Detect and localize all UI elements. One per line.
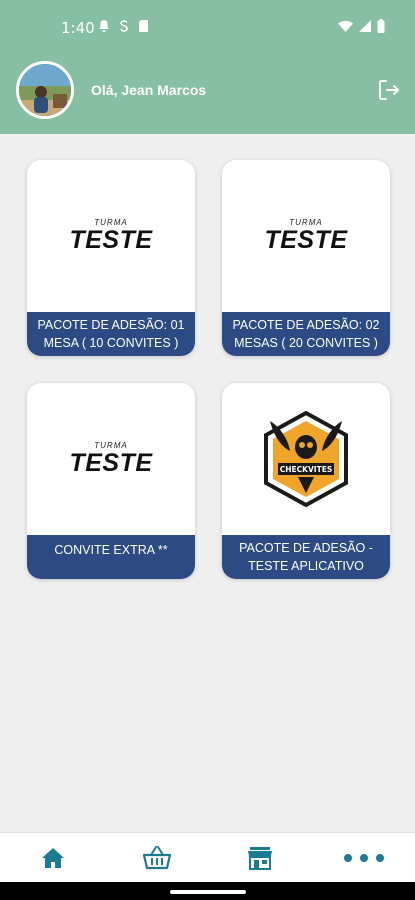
logo-title: TESTE (69, 226, 153, 254)
package-image: TURMA TESTE (222, 160, 390, 312)
package-image: TURMA TESTE (27, 383, 195, 535)
package-card-2[interactable]: TURMA TESTE PACOTE DE ADESÃO: 02 MESAS (… (222, 160, 390, 356)
home-gesture-handle[interactable] (170, 890, 246, 894)
sd-card-icon (139, 20, 148, 32)
greeting-text: Olá, Jean Marcos (91, 82, 207, 98)
avatar[interactable] (16, 61, 74, 119)
logout-icon (379, 80, 399, 100)
home-icon (42, 848, 64, 868)
package-card-1[interactable]: TURMA TESTE PACOTE DE ADESÃO: 01 MESA ( … (27, 160, 195, 356)
package-image: CHECKVITES (222, 383, 390, 535)
package-label: PACOTE DE ADESÃO: 01 MESA ( 10 CONVITES … (27, 312, 195, 356)
checkvites-bee-logo: CHECKVITES (264, 411, 348, 507)
avatar-photo-icon (19, 64, 71, 116)
nav-store[interactable] (245, 845, 275, 871)
system-icons (338, 19, 385, 33)
nav-home[interactable] (38, 845, 68, 871)
basket-icon (143, 846, 171, 870)
app-header: 1:40 Olá, Jean Marcos (0, 0, 415, 134)
bell-icon (99, 20, 109, 32)
package-label: CONVITE EXTRA ** (27, 535, 195, 579)
bottom-navigation (0, 832, 415, 882)
status-bar: 1:40 (0, 0, 415, 56)
more-icon (344, 854, 384, 862)
package-image: TURMA TESTE (27, 160, 195, 312)
store-icon (248, 847, 272, 870)
turma-teste-logo: TURMA TESTE (258, 218, 354, 254)
logo-title: TESTE (264, 226, 348, 254)
logo-text: CHECKVITES (280, 465, 332, 474)
signal-icon (359, 20, 371, 32)
turma-teste-logo: TURMA TESTE (63, 218, 159, 254)
nav-more[interactable] (342, 845, 386, 871)
nav-basket[interactable] (142, 845, 172, 871)
logout-button[interactable] (376, 77, 402, 103)
turma-teste-logo: TURMA TESTE (63, 441, 159, 477)
s-app-icon (120, 20, 128, 32)
wifi-icon (338, 20, 353, 32)
status-time: 1:40 (61, 19, 95, 37)
package-card-3[interactable]: TURMA TESTE CONVITE EXTRA ** (27, 383, 195, 579)
package-card-4[interactable]: CHECKVITES PACOTE DE ADESÃO - TESTE APLI… (222, 383, 390, 579)
package-label: PACOTE DE ADESÃO - TESTE APLICATIVO (222, 535, 390, 579)
notification-icons (98, 19, 149, 33)
battery-icon (377, 19, 385, 33)
logo-title: TESTE (69, 449, 153, 477)
package-label: PACOTE DE ADESÃO: 02 MESAS ( 20 CONVITES… (222, 312, 390, 356)
